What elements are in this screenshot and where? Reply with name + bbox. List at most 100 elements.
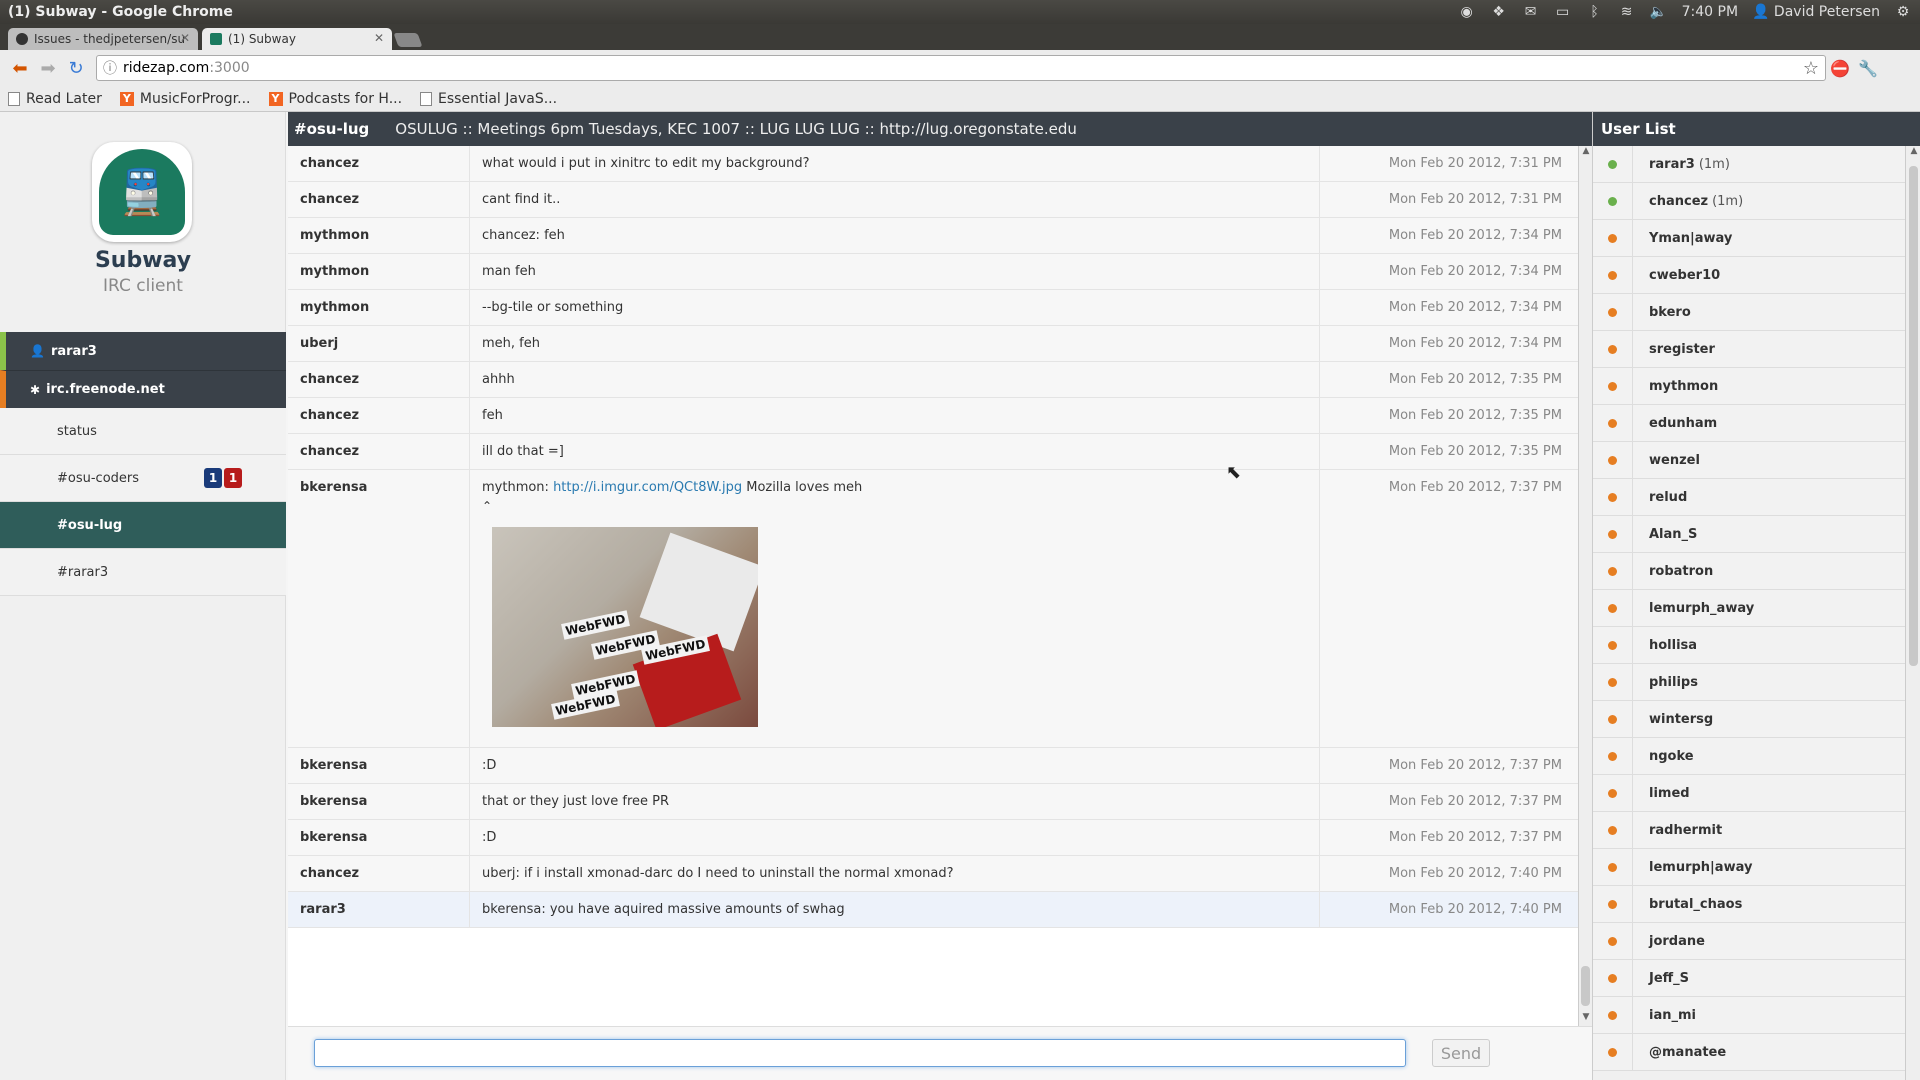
message-timestamp: Mon Feb 20 2012, 7:35 PM xyxy=(1388,444,1562,459)
message-link[interactable]: http://i.imgur.com/QCt8W.jpg xyxy=(553,480,742,495)
user-list-item[interactable]: philips xyxy=(1593,663,1905,701)
user-list-item[interactable]: Jeff_S xyxy=(1593,959,1905,997)
user-list-item[interactable]: @manatee xyxy=(1593,1033,1905,1071)
message-nick[interactable]: bkerensa xyxy=(288,470,470,747)
user-list-item[interactable]: ngoke xyxy=(1593,737,1905,775)
status-cell xyxy=(1593,219,1633,257)
mail-icon[interactable]: ✉ xyxy=(1522,3,1540,21)
status-cell xyxy=(1593,1033,1633,1071)
sidebar-item-osu-lug[interactable]: #osu-lug xyxy=(0,502,286,549)
close-icon[interactable]: ✕ xyxy=(374,31,384,45)
chrome-icon[interactable]: ◉ xyxy=(1458,3,1476,21)
bookmark-read-later[interactable]: Read Later xyxy=(8,91,102,107)
message-nick[interactable]: mythmon xyxy=(288,290,470,325)
message-nick[interactable]: chancez xyxy=(288,434,470,469)
bookmark-music[interactable]: Y MusicForProgr... xyxy=(119,91,251,107)
sidebar-item-rarar3[interactable]: #rarar3 xyxy=(0,549,286,596)
browser-tab-subway[interactable]: (1) Subway ✕ xyxy=(202,28,392,50)
message-nick[interactable]: bkerensa xyxy=(288,748,470,783)
sidebar-item-osu-coders[interactable]: #osu-coders 1 1 xyxy=(0,455,286,502)
user-list-item[interactable]: lemurph|away xyxy=(1593,848,1905,886)
message-nick[interactable]: chancez xyxy=(288,182,470,217)
message-scrollbar[interactable]: ▲ ▼ xyxy=(1578,146,1592,1026)
message-nick[interactable]: chancez xyxy=(288,362,470,397)
user-list-item[interactable]: radhermit xyxy=(1593,811,1905,849)
user-list-item[interactable]: relud xyxy=(1593,478,1905,516)
user-list-item[interactable]: cweber10 xyxy=(1593,256,1905,294)
page-info-icon[interactable]: ⓘ xyxy=(103,58,117,78)
user-list[interactable]: rarar3 (1m) chancez (1m) Yman|away cweber10 bk… xyxy=(1593,146,1905,1080)
forward-button[interactable]: ➡ xyxy=(34,54,62,82)
nav-server[interactable]: ✱ irc.freenode.net xyxy=(0,370,286,408)
scrollbar-thumb[interactable] xyxy=(1581,966,1590,1006)
message-nick[interactable]: mythmon xyxy=(288,218,470,253)
tray-user[interactable]: 👤 David Petersen xyxy=(1752,4,1880,20)
message-nick[interactable]: chancez xyxy=(288,856,470,891)
reload-button[interactable]: ↻ xyxy=(62,54,90,82)
message-nick[interactable]: bkerensa xyxy=(288,820,470,855)
user-name-text: wenzel xyxy=(1649,452,1700,468)
bookmark-podcasts[interactable]: Y Podcasts for H... xyxy=(268,91,402,107)
message-nick[interactable]: bkerensa xyxy=(288,784,470,819)
bookmark-star-icon[interactable]: ☆ xyxy=(1803,58,1819,79)
battery-icon[interactable]: ▭ xyxy=(1554,3,1572,21)
user-list-item[interactable]: limed xyxy=(1593,774,1905,812)
close-icon[interactable]: ✕ xyxy=(180,31,190,45)
nav-user[interactable]: 👤 rarar3 xyxy=(0,332,286,370)
user-list-item[interactable]: rarar3 (1m) xyxy=(1593,146,1905,183)
scroll-up-icon[interactable]: ▲ xyxy=(1906,146,1920,156)
scroll-up-icon[interactable]: ▲ xyxy=(1579,146,1593,160)
wifi-icon[interactable]: ≋ xyxy=(1618,3,1636,21)
tray-user-name: David Petersen xyxy=(1773,4,1880,20)
send-button[interactable]: Send xyxy=(1432,1039,1490,1067)
user-list-item[interactable]: lemurph_away xyxy=(1593,589,1905,627)
user-list-item[interactable]: brutal_chaos xyxy=(1593,885,1905,923)
away-status-icon xyxy=(1608,566,1617,576)
scroll-down-icon[interactable]: ▼ xyxy=(1579,1012,1593,1026)
user-list-item[interactable]: mythmon xyxy=(1593,367,1905,405)
browser-tab-issues[interactable]: Issues - thedjpetersen/sub ✕ xyxy=(8,28,198,50)
user-list-item[interactable]: robatron xyxy=(1593,552,1905,590)
user-list-item[interactable]: ian_mi xyxy=(1593,996,1905,1034)
back-button[interactable]: ⬅ xyxy=(6,54,34,82)
bookmark-essential-js[interactable]: Essential JavaS... xyxy=(420,91,557,107)
user-list-item[interactable]: Alan_S xyxy=(1593,515,1905,553)
user-list-item[interactable]: bkero xyxy=(1593,293,1905,331)
settings-wrench-button[interactable]: 🔧 xyxy=(1854,54,1882,82)
message-nick[interactable]: mythmon xyxy=(288,254,470,289)
volume-icon[interactable]: 🔈 xyxy=(1650,3,1668,21)
user-name-text: cweber10 xyxy=(1649,267,1721,283)
gear-icon[interactable]: ⚙ xyxy=(1894,3,1912,21)
message-nick[interactable]: rarar3 xyxy=(288,892,470,927)
tray-clock[interactable]: 7:40 PM xyxy=(1682,4,1738,20)
message-nick[interactable]: chancez xyxy=(288,398,470,433)
user-list-item[interactable]: wintersg xyxy=(1593,700,1905,738)
scrollbar-thumb[interactable] xyxy=(1909,166,1918,666)
status-cell xyxy=(1593,848,1633,886)
user-list-item[interactable]: edunham xyxy=(1593,404,1905,442)
user-list-scrollbar[interactable]: ▲ xyxy=(1905,146,1920,1080)
dropbox-icon[interactable]: ❖ xyxy=(1490,3,1508,21)
user-list-item[interactable]: chancez (1m) xyxy=(1593,182,1905,220)
user-list-item[interactable]: wenzel xyxy=(1593,441,1905,479)
message-nick[interactable]: chancez xyxy=(288,146,470,181)
status-cell xyxy=(1593,367,1633,405)
user-list-item[interactable]: sregister xyxy=(1593,330,1905,368)
y-combinator-icon: Y xyxy=(119,91,134,106)
user-list-item[interactable]: hollisa xyxy=(1593,626,1905,664)
collapse-image-icon[interactable]: ⌃ xyxy=(482,499,1307,513)
adblock-button[interactable]: ⛔ xyxy=(1826,54,1854,82)
address-bar[interactable]: ⓘ ridezap.com:3000 ☆ xyxy=(96,55,1826,81)
message-list[interactable]: chancez what would i put in xinitrc to ed… xyxy=(288,146,1578,1026)
user-name: rarar3 (1m) xyxy=(1633,157,1730,172)
message-nick[interactable]: uberj xyxy=(288,326,470,361)
new-tab-button[interactable] xyxy=(393,33,423,47)
embedded-image[interactable]: WebFWD WebFWD WebFWD WebFWD WebFWD xyxy=(492,527,758,727)
user-list-item[interactable]: Yman|away xyxy=(1593,219,1905,257)
user-name: relud xyxy=(1633,490,1687,505)
user-list-item[interactable]: jordane xyxy=(1593,922,1905,960)
bluetooth-icon[interactable]: ᛒ xyxy=(1586,3,1604,21)
user-name-text: rarar3 xyxy=(1649,156,1695,172)
sidebar-item-status[interactable]: status xyxy=(0,408,286,455)
chat-input[interactable] xyxy=(314,1039,1406,1067)
